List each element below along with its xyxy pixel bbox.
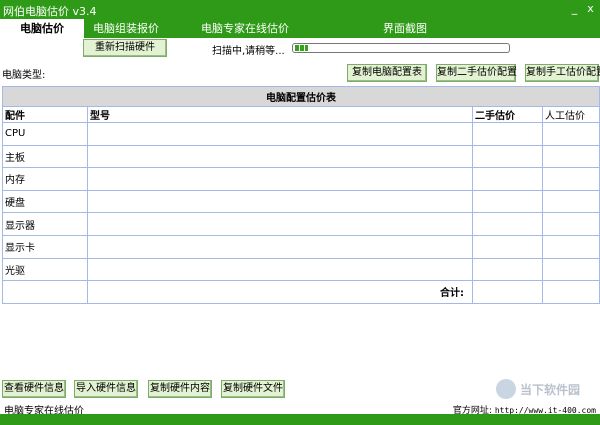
header-manual-price: 人工估价	[542, 106, 600, 123]
total-empty-cell	[2, 280, 88, 304]
window-title: 网伯电脑估价 v3.4	[3, 5, 97, 18]
used-price-cell	[472, 122, 543, 146]
tab-expert-online[interactable]: 电脑专家在线估价	[190, 19, 300, 38]
table-row: 主板	[2, 144, 600, 169]
manual-price-cell	[542, 144, 600, 169]
view-hardware-info-button[interactable]: 查看硬件信息	[2, 380, 66, 398]
part-cell: 主板	[2, 144, 88, 169]
model-cell	[87, 189, 473, 214]
manual-price-cell	[542, 167, 600, 191]
status-bar	[0, 414, 600, 425]
table-caption: 电脑配置估价表	[2, 86, 600, 107]
manual-price-cell	[542, 234, 600, 259]
scan-progress-bar	[292, 43, 510, 53]
part-cell: 显示器	[2, 212, 88, 236]
used-price-cell	[472, 212, 543, 236]
pc-type-label: 电脑类型:	[2, 70, 46, 81]
part-cell: 内存	[2, 167, 88, 191]
title-bar: 网伯电脑估价 v3.4 _ x	[0, 0, 600, 19]
table-row: 光驱	[2, 257, 600, 282]
manual-price-cell	[542, 189, 600, 214]
table-row: 硬盘	[2, 189, 600, 214]
watermark-text: 当下软件园	[520, 383, 581, 397]
used-price-cell	[472, 189, 543, 214]
tab-assembly-quote[interactable]: 电脑组装报价	[84, 19, 168, 38]
tab-screenshots[interactable]: 界面截图	[370, 19, 440, 38]
table-row: 显示卡	[2, 234, 600, 259]
total-used-price	[472, 280, 543, 304]
part-cell: 显示卡	[2, 234, 88, 259]
used-price-cell	[472, 167, 543, 191]
used-price-cell	[472, 144, 543, 169]
import-hardware-info-button[interactable]: 导入硬件信息	[74, 380, 138, 398]
tab-pc-valuation[interactable]: 电脑估价	[0, 19, 84, 38]
header-part: 配件	[2, 106, 88, 123]
model-cell	[87, 212, 473, 236]
part-cell: 光驱	[2, 257, 88, 282]
rescan-hardware-button[interactable]: 重新扫描硬件	[83, 39, 167, 57]
manual-price-cell	[542, 212, 600, 236]
model-cell	[87, 257, 473, 282]
model-cell	[87, 122, 473, 146]
site-watermark: 当下软件园	[496, 378, 596, 400]
part-cell: CPU	[2, 122, 88, 146]
valuation-table: 电脑配置估价表 配件 型号 二手估价 人工估价 CPU 主板 内存 硬盘 显示器 显示卡光…	[2, 86, 600, 304]
watermark-logo-icon	[496, 379, 516, 399]
manual-price-cell	[542, 257, 600, 282]
scan-status-text: 扫描中,请稍等...	[212, 46, 285, 57]
minimize-button[interactable]: _	[568, 2, 581, 15]
table-row: CPU	[2, 122, 600, 146]
copy-hardware-content-button[interactable]: 复制硬件内容	[148, 380, 212, 398]
total-manual-price	[542, 280, 600, 304]
copy-manual-valuation-button[interactable]: 复制手工估价配置	[525, 64, 600, 82]
used-price-cell	[472, 234, 543, 259]
header-used-price: 二手估价	[472, 106, 543, 123]
part-cell: 硬盘	[2, 189, 88, 214]
close-button[interactable]: x	[584, 2, 597, 15]
table-row: 显示器	[2, 212, 600, 236]
tab-bar: 电脑估价 电脑组装报价 电脑专家在线估价 界面截图	[0, 19, 600, 38]
header-model: 型号	[87, 106, 473, 123]
copy-config-table-button[interactable]: 复制电脑配置表	[347, 64, 427, 82]
model-cell	[87, 234, 473, 259]
copy-used-valuation-button[interactable]: 复制二手估价配置	[436, 64, 517, 82]
manual-price-cell	[542, 122, 600, 146]
copy-hardware-file-button[interactable]: 复制硬件文件	[221, 380, 285, 398]
table-row: 内存	[2, 167, 600, 191]
used-price-cell	[472, 257, 543, 282]
model-cell	[87, 167, 473, 191]
model-cell	[87, 144, 473, 169]
total-label: 合计:	[87, 280, 473, 304]
scan-progress-fill	[295, 45, 308, 51]
